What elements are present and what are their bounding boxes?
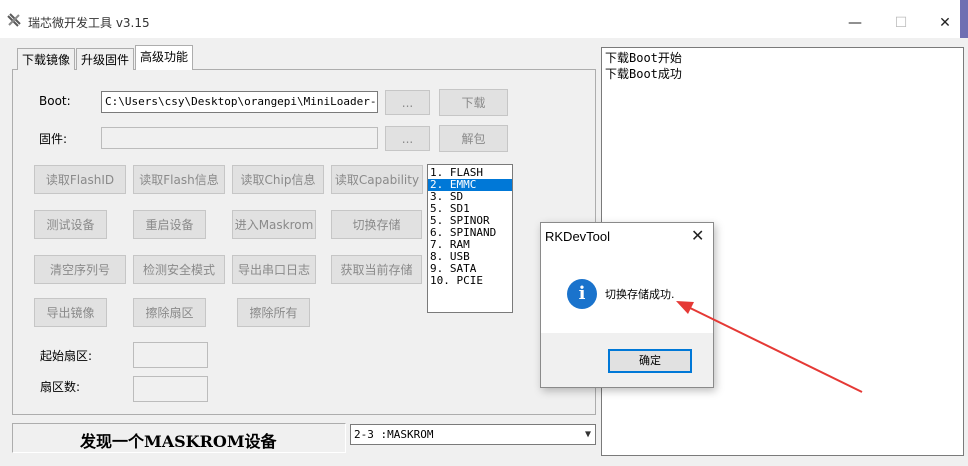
device-status-text: 发现一个MASKROM设备 <box>80 432 277 451</box>
sector-count-field[interactable] <box>133 376 208 402</box>
boot-path-field[interactable]: C:\Users\csy\Desktop\orangepi\MiniLoader… <box>101 91 378 113</box>
erase-all-button[interactable]: 擦除所有 <box>237 298 310 327</box>
dialog-message: 切换存储成功. <box>605 288 675 301</box>
boot-label: Boot: <box>39 94 71 108</box>
log-line: 下载Boot成功 <box>605 67 682 81</box>
app-icon <box>7 13 21 27</box>
device-select-value: 2-3 :MASKROM <box>354 428 434 441</box>
dialog-close-icon[interactable]: ✕ <box>691 226 704 245</box>
reset-device-button[interactable]: 重启设备 <box>133 210 206 239</box>
get-current-storage-button[interactable]: 获取当前存储 <box>331 255 422 284</box>
read-flash-id-button[interactable]: 读取FlashID <box>34 165 126 194</box>
read-capability-button[interactable]: 读取Capability <box>331 165 423 194</box>
window-accent-edge <box>960 0 968 38</box>
maximize-button[interactable]: ☐ <box>878 10 924 36</box>
window-title: 瑞芯微开发工具 v3.15 <box>28 16 150 30</box>
log-line: 下载Boot开始 <box>605 51 682 65</box>
dialog-title: RKDevTool <box>545 229 611 244</box>
export-serial-log-button[interactable]: 导出串口日志 <box>232 255 316 284</box>
read-flash-info-button[interactable]: 读取Flash信息 <box>133 165 225 194</box>
device-select[interactable]: 2-3 :MASKROM ▼ <box>350 424 596 445</box>
boot-browse-button[interactable]: ... <box>385 90 430 115</box>
tab-upgrade-firmware[interactable]: 升级固件 <box>76 48 135 70</box>
dialog-ok-button[interactable]: 确定 <box>608 349 692 373</box>
check-secure-mode-button[interactable]: 检测安全模式 <box>133 255 225 284</box>
sector-count-label: 扇区数: <box>40 380 81 394</box>
firmware-label: 固件: <box>39 132 68 146</box>
start-sector-field[interactable] <box>133 342 208 368</box>
erase-sector-button[interactable]: 擦除扇区 <box>133 298 206 327</box>
enter-maskrom-button[interactable]: 进入Maskrom <box>232 210 316 239</box>
test-device-button[interactable]: 测试设备 <box>34 210 107 239</box>
firmware-path-field[interactable] <box>101 127 378 149</box>
switch-storage-button[interactable]: 切换存储 <box>331 210 422 239</box>
chevron-down-icon: ▼ <box>584 429 591 440</box>
clear-serial-button[interactable]: 清空序列号 <box>34 255 126 284</box>
download-button[interactable]: 下载 <box>439 89 508 116</box>
export-image-button[interactable]: 导出镜像 <box>34 298 107 327</box>
message-dialog: RKDevTool ✕ i 切换存储成功. 确定 <box>540 222 714 388</box>
unpack-button[interactable]: 解包 <box>439 125 508 152</box>
tab-download-image[interactable]: 下载镜像 <box>17 48 76 70</box>
storage-list[interactable]: 1. FLASH 2. EMMC 3. SD 5. SD1 5. SPINOR … <box>427 164 513 313</box>
info-icon: i <box>567 279 597 309</box>
read-chip-info-button[interactable]: 读取Chip信息 <box>232 165 324 194</box>
start-sector-label: 起始扇区: <box>40 349 93 363</box>
storage-item-pcie[interactable]: 10. PCIE <box>428 275 512 287</box>
tab-advanced[interactable]: 高级功能 <box>135 45 194 70</box>
minimize-button[interactable]: — <box>832 10 878 36</box>
firmware-browse-button[interactable]: ... <box>385 126 430 151</box>
